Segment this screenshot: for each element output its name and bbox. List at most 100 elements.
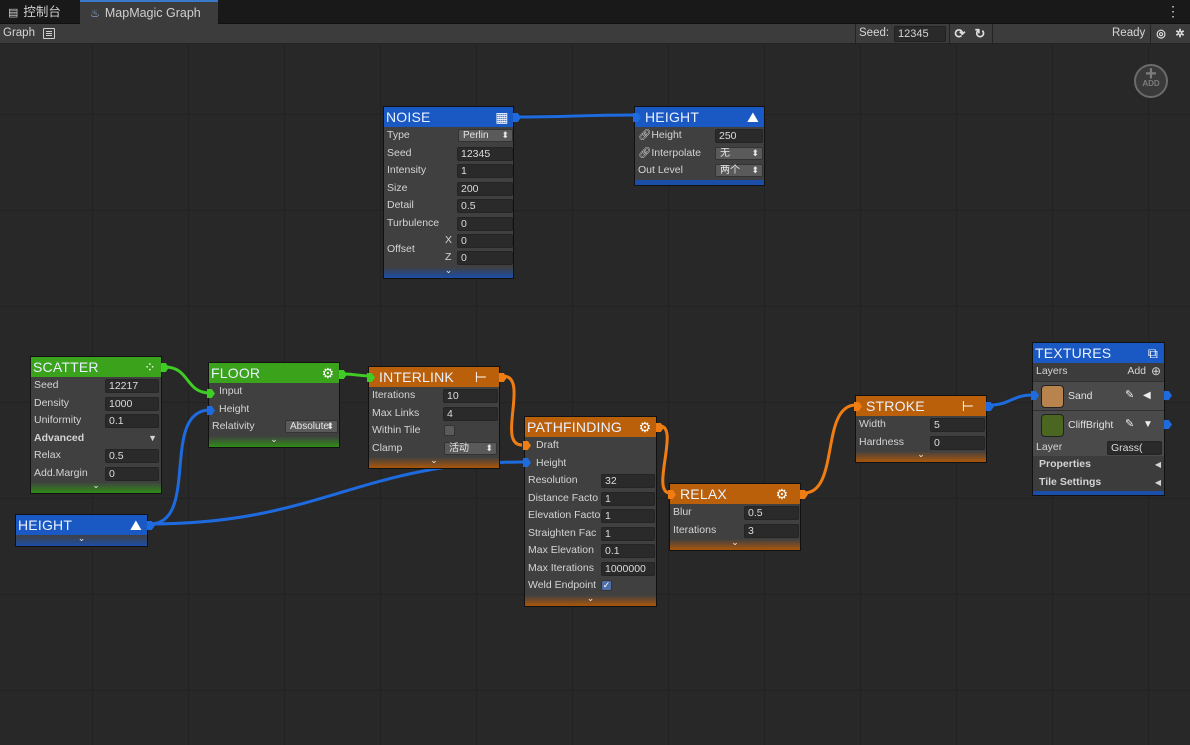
scatter-node-header[interactable]: SCATTER ⁘: [31, 357, 161, 377]
pathfinding-node-header[interactable]: PATHFINDING ⚙: [525, 417, 656, 437]
noise-detail-field[interactable]: 0.5: [457, 199, 513, 213]
advanced-section[interactable]: Advanced ▼: [31, 430, 161, 448]
relax-blur-field[interactable]: 0.5: [744, 506, 799, 520]
height-input-node-header[interactable]: HEIGHT ⛰: [16, 515, 147, 535]
interlink-iterations-field[interactable]: 10: [443, 389, 498, 403]
floor-node-header[interactable]: FLOOR ⚙: [209, 363, 339, 383]
pathfinding-expand[interactable]: ⌄: [525, 593, 656, 606]
graph-menu[interactable]: Graph: [3, 27, 35, 39]
noise-intensity-field[interactable]: 1: [457, 164, 513, 178]
target-icon[interactable]: ◎: [1153, 26, 1169, 42]
refresh-icon[interactable]: ↻: [972, 26, 988, 42]
max-iterations-field[interactable]: 1000000: [601, 561, 655, 576]
layer-object-field[interactable]: Grass(: [1107, 440, 1162, 455]
interlink-max-links-field[interactable]: 4: [443, 406, 498, 421]
height-field[interactable]: 250: [715, 129, 763, 143]
edit-icon[interactable]: ✎: [1125, 389, 1137, 401]
height-output-node[interactable]: HEIGHT ⛰ 🔗︎Height250 🔗︎Interpolate无 Out …: [633, 106, 765, 186]
noise-node-header[interactable]: NOISE ▦: [384, 107, 513, 127]
caret-left-icon[interactable]: ◀: [1143, 390, 1151, 402]
floor-expand[interactable]: ⌄: [209, 434, 339, 447]
pathfinding-node[interactable]: PATHFINDING ⚙ Draft Height Resolution 32 …: [523, 416, 664, 607]
noise-turbulence-field[interactable]: 0: [457, 216, 513, 231]
edit-icon[interactable]: ✎: [1125, 418, 1137, 430]
height-input-node-title: HEIGHT: [18, 517, 73, 533]
offset-z-field[interactable]: 0: [457, 251, 513, 265]
refresh-all-icon[interactable]: ⟳: [952, 26, 968, 42]
scatter-node[interactable]: SCATTER ⁘ Seed 12217 Density 1000 Uniformi…: [30, 356, 169, 494]
more-options-icon[interactable]: ⋮: [1166, 4, 1180, 18]
stroke-expand[interactable]: ⌄: [856, 449, 986, 462]
caret-down-icon[interactable]: ▼: [1143, 419, 1153, 431]
relax-node-header[interactable]: RELAX ⚙: [670, 484, 800, 504]
tab-console[interactable]: ▤ 控制台: [0, 0, 78, 24]
noise-size-field[interactable]: 200: [457, 181, 513, 196]
weld-endpoints-checkbox[interactable]: ✓: [601, 580, 612, 591]
relax-node[interactable]: RELAX ⚙ Blur 0.5 Iterations 3 ⌄: [668, 483, 808, 551]
add-circle-icon[interactable]: ⊕: [1151, 363, 1161, 381]
textures-node-header[interactable]: TEXTURES ⧉: [1033, 343, 1164, 363]
tab-mapmagic-graph[interactable]: ♨ MapMagic Graph: [80, 0, 218, 24]
layer-cliffbright[interactable]: CliffBright ✎ ▼: [1033, 409, 1164, 439]
stroke-width-field[interactable]: 5: [930, 418, 985, 432]
scatter-density-field[interactable]: 1000: [105, 396, 159, 411]
scatter-node-title: SCATTER: [33, 359, 99, 375]
stroke-hardness-field[interactable]: 0: [930, 435, 985, 450]
gear-icon: ⚙: [321, 365, 335, 381]
caret-down-icon: ▼: [148, 432, 157, 443]
input-label: Input: [219, 385, 243, 397]
max-elevation-field[interactable]: 0.1: [601, 544, 655, 558]
clamp-label: Clamp: [372, 441, 403, 454]
scatter-seed-field[interactable]: 12217: [105, 379, 159, 393]
height-label-text: Height: [651, 129, 682, 141]
relativity-select[interactable]: Absolute: [285, 420, 338, 433]
noise-seed-field[interactable]: 12345: [457, 146, 513, 161]
noise-node-title: NOISE: [386, 109, 431, 125]
elevation-factor-field[interactable]: 1: [601, 509, 655, 523]
out-level-select[interactable]: 两个: [715, 164, 763, 177]
graph-canvas[interactable]: [0, 45, 1190, 745]
textures-node[interactable]: TEXTURES ⧉ Layers Add ⊕ Sand ✎ ◀ CliffBr…: [1031, 342, 1172, 496]
interlink-node[interactable]: INTERLINK ⊢ Iterations 10 Max Links 4 With…: [367, 366, 507, 469]
gear-icon: ⚙: [775, 486, 789, 502]
properties-section[interactable]: Properties ◀: [1033, 456, 1164, 474]
tile-settings-section[interactable]: Tile Settings ◀: [1033, 474, 1164, 492]
relax-iterations-field[interactable]: 3: [744, 523, 799, 538]
scatter-uniformity-field[interactable]: 0.1: [105, 414, 159, 428]
straighten-factor-field[interactable]: 1: [601, 526, 655, 541]
folder-icon[interactable]: [43, 28, 55, 39]
distance-factor-field[interactable]: 1: [601, 491, 655, 506]
layer-sand[interactable]: Sand ✎ ◀: [1033, 380, 1164, 410]
interlink-node-header[interactable]: INTERLINK ⊢: [369, 367, 499, 387]
settings-icon[interactable]: ✲: [1172, 26, 1188, 42]
floor-node[interactable]: FLOOR ⚙ Input Height Relativity Absolute …: [207, 362, 347, 448]
cliffbright-swatch: [1041, 413, 1064, 437]
add-layer-label[interactable]: Add: [1127, 363, 1146, 381]
offset-x-field[interactable]: 0: [457, 234, 513, 248]
seed-input[interactable]: 12345: [894, 26, 946, 42]
noise-type-select[interactable]: Perlin: [458, 129, 513, 142]
relax-expand[interactable]: ⌄: [670, 537, 800, 550]
resolution-field[interactable]: 32: [601, 474, 655, 488]
interlink-icon: ⊢: [474, 369, 488, 385]
textures-node-title: TEXTURES: [1035, 345, 1112, 361]
blur-label: Blur: [673, 506, 692, 518]
scatter-relax-field[interactable]: 0.5: [105, 449, 159, 463]
scatter-expand[interactable]: ⌄: [31, 480, 161, 493]
interlink-expand[interactable]: ⌄: [369, 455, 499, 468]
add-node-button[interactable]: + ADD: [1134, 64, 1168, 98]
within-tile-checkbox[interactable]: [444, 425, 455, 436]
height-input-node[interactable]: HEIGHT ⛰ ⌄: [15, 514, 155, 547]
stroke-icon: ⊢: [961, 398, 975, 414]
clamp-select[interactable]: 活动: [444, 441, 497, 455]
height-node-header[interactable]: HEIGHT ⛰: [635, 107, 764, 127]
stroke-node-header[interactable]: STROKE ⊢: [856, 396, 986, 416]
interpolate-select[interactable]: 无: [715, 146, 763, 160]
toolbar-divider: [992, 24, 993, 44]
stroke-node[interactable]: STROKE ⊢ Width 5 Hardness 0 ⌄: [854, 395, 994, 463]
noise-node[interactable]: NOISE ▦ TypePerlin Seed12345 Intensity1 …: [383, 106, 521, 279]
straighten-factor-label: Straighten Fac: [528, 526, 597, 539]
scatter-add-margin-field[interactable]: 0: [105, 466, 159, 481]
noise-expand[interactable]: ⌄: [384, 265, 513, 278]
height-input-expand[interactable]: ⌄: [16, 533, 147, 546]
